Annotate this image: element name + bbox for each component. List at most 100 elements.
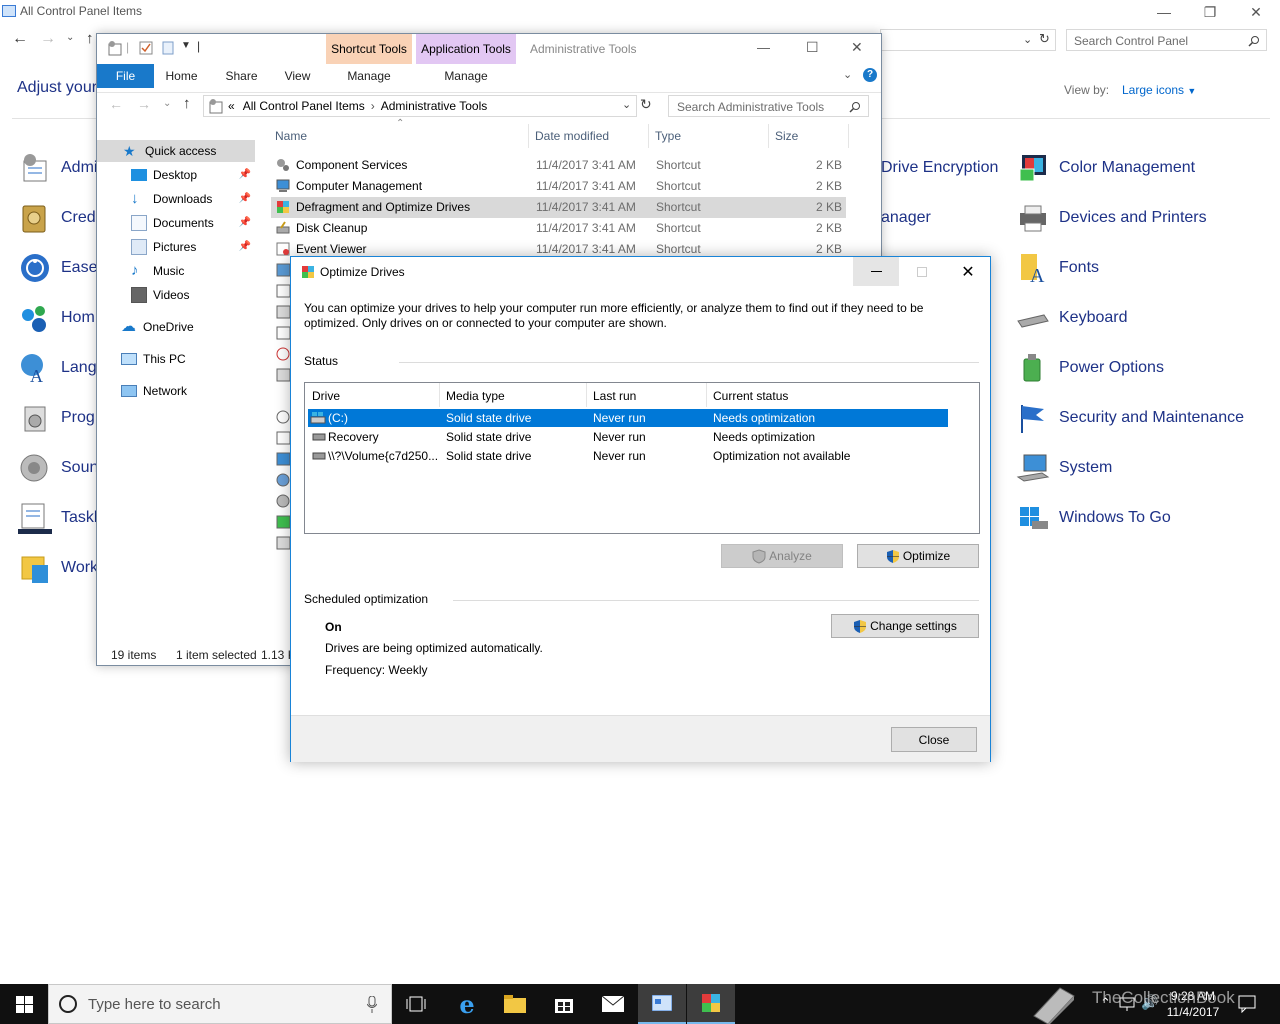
refresh-icon[interactable]: ↻	[1039, 31, 1050, 47]
cp-item-work-folders[interactable]: Work	[18, 548, 98, 588]
cp-item-devices-printers[interactable]: Devices and Printers	[1016, 198, 1207, 238]
refresh-icon[interactable]: ↻	[640, 96, 652, 113]
cp-item-homegroup[interactable]: Hom	[18, 298, 95, 338]
tab-view[interactable]: View	[275, 64, 320, 88]
drive-row[interactable]: Recovery Solid state drive Never run Nee…	[308, 428, 948, 446]
column-name[interactable]: Name	[275, 129, 307, 143]
breadcrumb-control-panel[interactable]: All Control Panel Items	[243, 99, 365, 113]
new-folder-icon[interactable]	[161, 41, 175, 55]
taskbar-file-explorer[interactable]	[491, 984, 539, 1024]
taskbar-mail[interactable]	[589, 984, 637, 1024]
change-settings-button[interactable]: Change settings	[831, 614, 979, 638]
properties-icon[interactable]	[139, 41, 153, 55]
nav-onedrive[interactable]: ☁ OneDrive	[97, 316, 255, 338]
start-button[interactable]	[0, 984, 48, 1024]
cp-item-keyboard[interactable]: Keyboard	[1016, 298, 1128, 338]
microphone-icon[interactable]	[367, 996, 377, 1013]
nav-quick-access[interactable]: ★ Quick access	[97, 140, 255, 162]
cp-item-taskbar[interactable]: Taskb	[18, 498, 103, 538]
column-divider[interactable]	[768, 124, 769, 148]
column-size[interactable]: Size	[775, 129, 798, 143]
cp-item-windows-to-go[interactable]: Windows To Go	[1016, 498, 1171, 538]
taskbar-store[interactable]	[540, 984, 588, 1024]
column-current-status[interactable]: Current status	[713, 389, 788, 403]
drive-list[interactable]: Drive Media type Last run Current status…	[304, 382, 980, 534]
cp-back-icon[interactable]: ←	[12, 30, 28, 48]
file-row[interactable]: Component Services 11/4/2017 3:41 AM Sho…	[271, 155, 846, 176]
nav-this-pc[interactable]: This PC	[97, 348, 255, 370]
help-icon[interactable]: ?	[863, 68, 877, 82]
nav-downloads[interactable]: ↓ Downloads 📌	[97, 188, 255, 210]
taskbar-control-panel[interactable]	[638, 984, 686, 1024]
dialog-close-button[interactable]: ✕	[945, 257, 991, 286]
drive-row-selected[interactable]: (C:) Solid state drive Never run Needs o…	[308, 409, 948, 427]
ribbon-expand-icon[interactable]: ⌄	[843, 68, 852, 81]
action-center-icon[interactable]	[1238, 995, 1256, 1013]
column-divider[interactable]	[706, 383, 707, 407]
explorer-close-button[interactable]: ✕	[851, 39, 863, 56]
breadcrumb-admin-tools[interactable]: Administrative Tools	[381, 99, 488, 113]
column-date-modified[interactable]: Date modified	[535, 129, 609, 143]
breadcrumb-overflow[interactable]: «	[228, 99, 235, 113]
cp-item-ease-of-access[interactable]: Ease	[18, 248, 97, 288]
cp-item-programs[interactable]: Prog	[18, 398, 95, 438]
cp-item-sound[interactable]: Soun	[18, 448, 98, 488]
file-row-selected[interactable]: Defragment and Optimize Drives 11/4/2017…	[271, 197, 846, 218]
cp-recent-icon[interactable]: ⌄	[66, 32, 74, 43]
optimize-button[interactable]: Optimize	[857, 544, 979, 568]
chevron-down-icon[interactable]: ⌄	[1023, 33, 1032, 46]
address-dropdown-icon[interactable]: ⌄	[622, 98, 631, 111]
taskbar-optimize-drives[interactable]	[687, 984, 735, 1024]
cp-item-bitlocker[interactable]: Drive Encryption	[881, 159, 998, 177]
cp-item-power-options[interactable]: Power Options	[1016, 348, 1164, 388]
column-divider[interactable]	[648, 124, 649, 148]
cp-item-language[interactable]: A Lang	[18, 348, 97, 388]
task-view-button[interactable]	[392, 984, 440, 1024]
tab-home[interactable]: Home	[159, 64, 204, 88]
column-divider[interactable]	[528, 124, 529, 148]
qat-customize-icon[interactable]: ▼	[181, 40, 191, 51]
explorer-minimize-button[interactable]: —	[757, 40, 770, 55]
nav-pictures[interactable]: Pictures 📌	[97, 236, 255, 258]
column-divider[interactable]	[586, 383, 587, 407]
tab-manage-shortcut[interactable]: Manage	[326, 64, 412, 88]
analyze-button[interactable]: Analyze	[721, 544, 843, 568]
view-by-dropdown[interactable]: Large icons ▼	[1122, 83, 1196, 97]
cp-item-device-manager[interactable]: anager	[881, 209, 931, 227]
cp-item-system[interactable]: System	[1016, 448, 1112, 488]
explorer-maximize-button[interactable]: ☐	[806, 39, 819, 56]
tab-share[interactable]: Share	[219, 64, 264, 88]
drive-row[interactable]: \\?\Volume{c7d250... Solid state drive N…	[308, 447, 948, 465]
cp-restore-button[interactable]: ❐	[1187, 0, 1233, 24]
column-divider[interactable]	[439, 383, 440, 407]
pin-icon[interactable]: 📌	[239, 217, 251, 228]
cp-address-bar[interactable]: ⌄ ↻	[880, 29, 1056, 51]
cp-forward-icon[interactable]: →	[40, 30, 56, 48]
cp-up-icon[interactable]: ↑	[86, 30, 94, 47]
nav-music[interactable]: ♪ Music	[97, 260, 255, 282]
nav-videos[interactable]: Videos	[97, 284, 255, 306]
cp-minimize-button[interactable]: —	[1141, 0, 1187, 24]
cp-item-security-maintenance[interactable]: Security and Maintenance	[1016, 398, 1244, 438]
column-media-type[interactable]: Media type	[446, 389, 505, 403]
file-row[interactable]: Disk Cleanup 11/4/2017 3:41 AM Shortcut …	[271, 218, 846, 239]
column-last-run[interactable]: Last run	[593, 389, 636, 403]
column-divider[interactable]	[848, 124, 849, 148]
cp-item-administrative-tools[interactable]: Admi	[18, 148, 97, 188]
pin-icon[interactable]: 📌	[239, 193, 251, 204]
up-icon[interactable]: ↑	[183, 95, 191, 112]
nav-network[interactable]: Network	[97, 380, 255, 402]
column-drive[interactable]: Drive	[312, 389, 340, 403]
column-type[interactable]: Type	[655, 129, 681, 143]
taskbar-edge[interactable]: e	[443, 984, 491, 1024]
file-row[interactable]: Computer Management 11/4/2017 3:41 AM Sh…	[271, 176, 846, 197]
dialog-maximize-button[interactable]	[899, 257, 945, 286]
cp-item-credential-manager[interactable]: Crede	[18, 198, 105, 238]
breadcrumb-separator[interactable]: ›	[371, 99, 375, 113]
tab-file[interactable]: File	[97, 64, 154, 88]
pin-icon[interactable]: 📌	[239, 241, 251, 252]
address-bar[interactable]: « All Control Panel Items › Administrati…	[203, 95, 637, 117]
close-button[interactable]: Close	[891, 727, 977, 752]
back-icon[interactable]: ←	[109, 96, 123, 112]
cp-search-input[interactable]: Search Control Panel	[1066, 29, 1267, 51]
